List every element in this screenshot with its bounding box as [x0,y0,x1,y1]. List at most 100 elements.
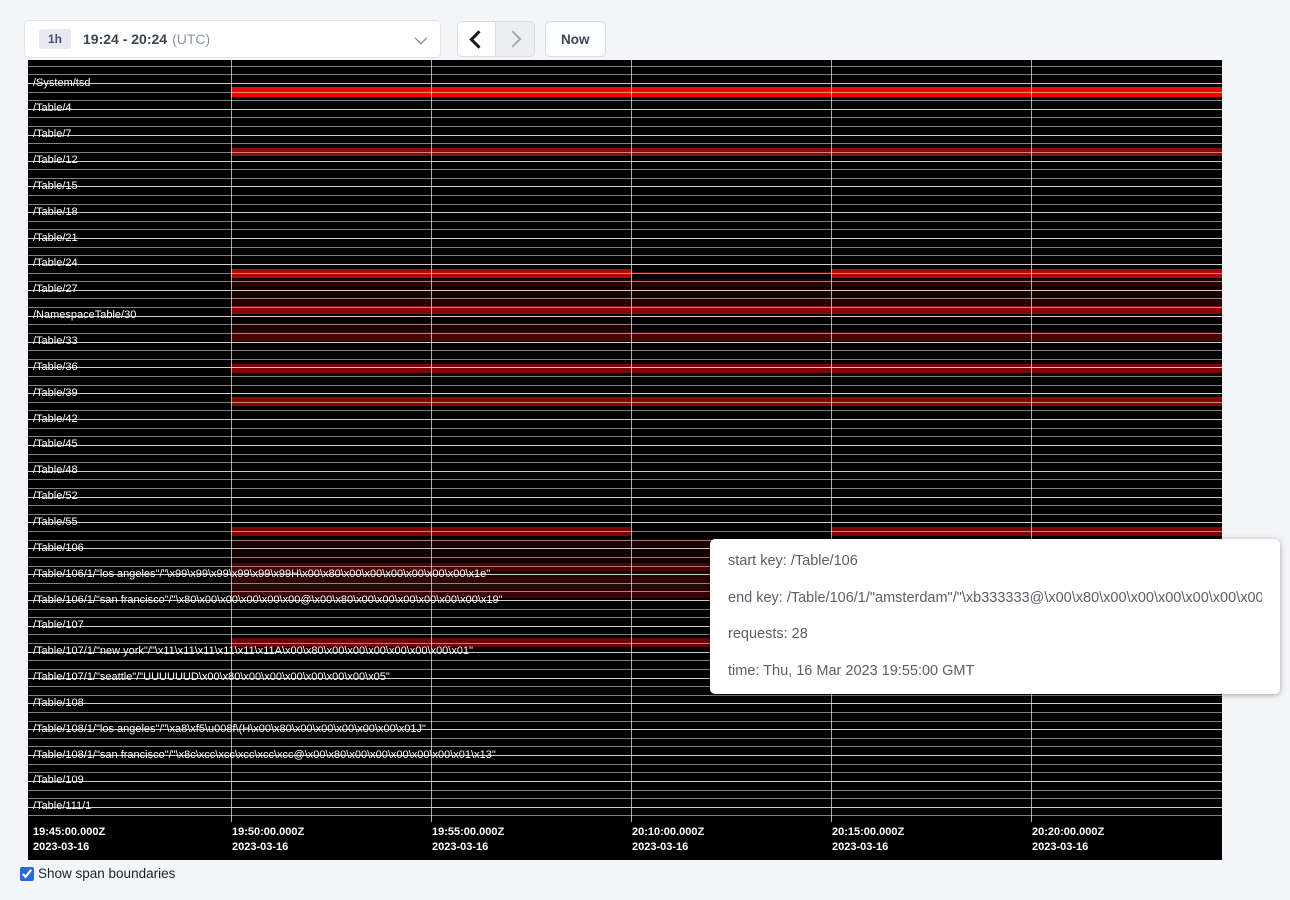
span-boundary-line [28,445,1222,446]
time-range-selector[interactable]: 1h 19:24 - 20:24 (UTC) [24,20,441,58]
span-boundary-line [28,221,1222,222]
span-boundary-line [28,247,1222,248]
time-grid-line [831,60,832,822]
prev-time-button[interactable] [458,22,496,56]
span-boundary-line [28,402,1222,403]
span-boundary-line [28,152,1222,153]
span-boundary-line [28,419,1222,420]
span-boundary-line [28,531,1222,532]
row-label: /Table/107/1/"new york"/"\x11\x11\x11\x1… [33,645,473,658]
key-visualizer-page: 1h 19:24 - 20:24 (UTC) Now /System/tsd/T… [0,0,1290,900]
span-boundary-line [28,204,1222,205]
show-span-boundaries-checkbox[interactable] [20,867,34,881]
span-boundary-line [28,66,1222,67]
span-boundary-line [28,790,1222,791]
row-label: /Table/39 [33,387,78,400]
span-boundary-line [28,695,1222,696]
span-boundary-line [28,117,1222,118]
row-label: /Table/106 [33,542,84,555]
span-boundary-line [28,712,1222,713]
span-boundary-line [28,169,1222,170]
span-boundary-line [28,264,1222,265]
span-boundary-line [28,109,1222,110]
span-boundary-line [28,781,1222,782]
span-boundary-line [28,393,1222,394]
row-label: /Table/107 [33,619,84,632]
show-span-boundaries-label[interactable]: Show span boundaries [38,866,175,881]
span-boundary-line [28,195,1222,196]
time-grid-line [431,60,432,822]
row-label: /Table/109 [33,774,84,787]
span-boundary-line [28,454,1222,455]
span-boundary-line [28,298,1222,299]
now-button[interactable]: Now [545,21,606,57]
span-boundary-line [28,100,1222,101]
row-label: /System/tsd [33,77,90,90]
row-label: /Table/111/1 [33,800,91,813]
range-text: 19:24 - 20:24 [83,31,167,47]
span-boundary-line [28,324,1222,325]
span-boundary-line [28,83,1222,84]
time-grid-line [1031,60,1032,822]
tooltip-time: time: Thu, 16 Mar 2023 19:55:00 GMT [728,662,1262,681]
row-label: /Table/42 [33,413,78,426]
span-boundary-line [28,428,1222,429]
span-boundary-line [28,316,1222,317]
row-label: /Table/36 [33,361,78,374]
row-label: /Table/15 [33,180,78,193]
tooltip-end-key: end key: /Table/106/1/"amsterdam"/"\xb33… [728,589,1262,608]
row-label: /Table/18 [33,206,78,219]
span-boundary-line [28,436,1222,437]
time-tick-label: 19:55:00.000Z2023-03-16 [432,825,504,855]
span-boundary-line [28,385,1222,386]
span-boundary-line [28,290,1222,291]
row-label: /Table/108/1/"los angeles"/"\xa8\xf5\u00… [33,723,426,736]
heat-band[interactable] [231,548,710,561]
row-label: /Table/55 [33,516,78,529]
span-boundary-line [28,721,1222,722]
heat-band[interactable] [231,364,1222,373]
span-boundary-line [28,488,1222,489]
span-boundary-line [28,815,1222,816]
span-boundary-line [28,772,1222,773]
span-boundary-line [28,126,1222,127]
span-boundary-line [28,367,1222,368]
span-boundary-line [28,471,1222,472]
time-tick-label: 20:20:00.000Z2023-03-16 [1032,825,1104,855]
span-boundary-line [28,764,1222,765]
span-boundary-line [28,350,1222,351]
next-time-button[interactable] [496,22,534,56]
row-label: /NamespaceTable/30 [33,309,136,322]
key-visualizer-canvas[interactable]: /System/tsd/Table/4/Table/7/Table/12/Tab… [28,60,1222,860]
time-nav-group [457,21,535,57]
span-boundary-line [28,135,1222,136]
span-boundary-line [28,74,1222,75]
span-boundary-line [28,92,1222,93]
row-label: /Table/108/1/"san francisco"/"\x8c\xcc\x… [33,749,496,762]
chevron-down-icon [415,31,428,44]
row-label: /Table/106/1/"los angeles"/"\x99\x99\x99… [33,568,490,581]
row-label: /Table/48 [33,464,78,477]
tooltip-start-key: start key: /Table/106 [728,552,1262,571]
row-label: /Table/107/1/"seattle"/"UUUUUUD\x00\x80\… [33,671,390,684]
span-boundary-line [28,186,1222,187]
range-timezone: (UTC) [172,31,210,47]
span-boundary-line [28,178,1222,179]
span-boundary-line [28,798,1222,799]
time-grid-line [231,60,232,822]
span-boundary-line [28,342,1222,343]
row-label: /Table/12 [33,154,78,167]
span-boundary-line [28,462,1222,463]
span-boundary-line [28,410,1222,411]
time-tick-label: 20:15:00.000Z2023-03-16 [832,825,904,855]
span-boundary-line [28,359,1222,360]
chevron-left-icon [469,30,487,48]
span-boundaries-control: Show span boundaries [20,866,175,881]
span-boundary-line [28,738,1222,739]
row-label: /Table/45 [33,438,78,451]
row-label: /Table/27 [33,283,78,296]
span-boundary-line [28,333,1222,334]
cell-tooltip: start key: /Table/106 end key: /Table/10… [710,539,1280,694]
row-label: /Table/52 [33,490,78,503]
row-label: /Table/33 [33,335,78,348]
